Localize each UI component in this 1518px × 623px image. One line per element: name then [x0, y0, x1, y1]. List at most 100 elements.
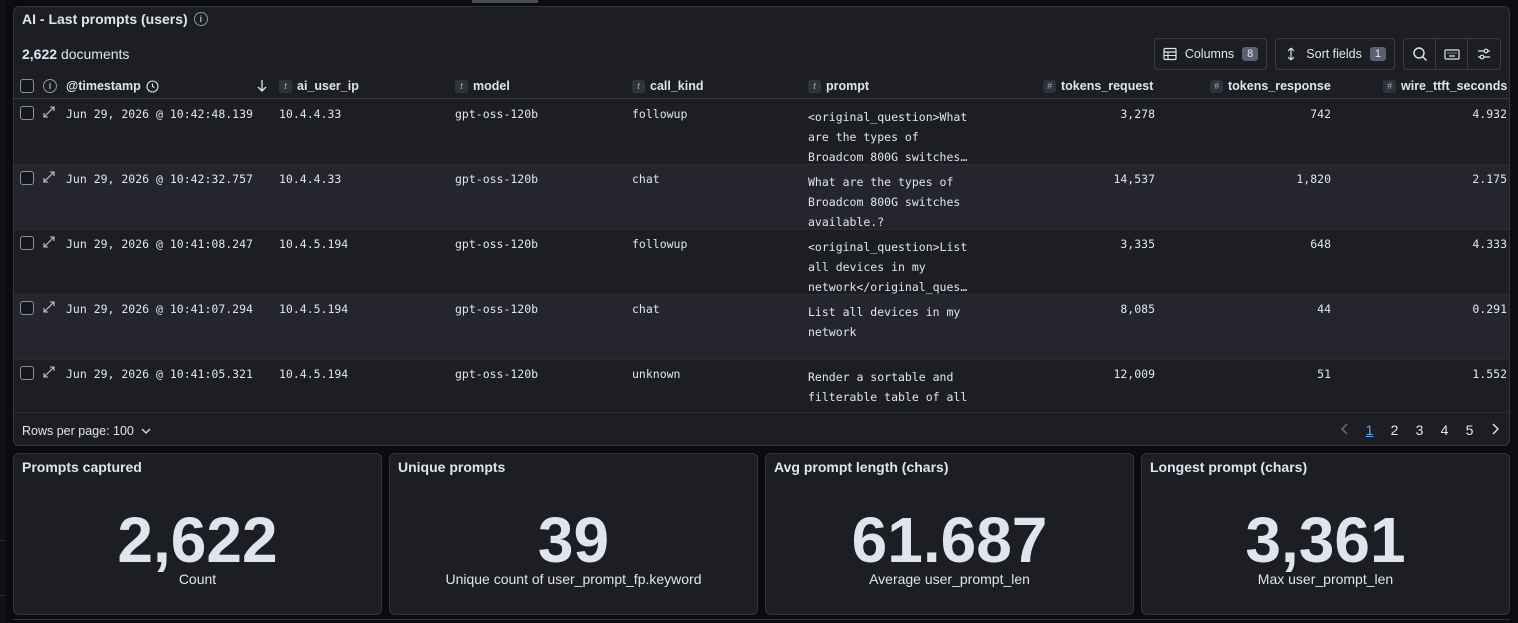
row-checkbox[interactable]: [20, 106, 34, 120]
column-header-timestamp[interactable]: @timestamp: [66, 79, 159, 93]
column-header-label: tokens_response: [1228, 79, 1331, 93]
table-row: Jun 29, 2026 @ 10:42:32.757 10.4.4.33 gp…: [14, 165, 1509, 230]
string-type-icon: t: [279, 79, 292, 93]
column-header-label: call_kind: [650, 79, 704, 93]
cell-timestamp: Jun 29, 2026 @ 10:42:48.139: [66, 107, 253, 121]
row-checkbox[interactable]: [20, 301, 34, 315]
document-count-value: 2,622: [22, 46, 58, 62]
next-panel-edge: [13, 619, 1510, 623]
expand-icon[interactable]: [43, 106, 55, 118]
cell-model: gpt-oss-120b: [455, 107, 539, 121]
column-header-model[interactable]: t model: [455, 79, 510, 93]
row-checkbox[interactable]: [20, 366, 34, 380]
next-page-icon[interactable]: [1482, 422, 1507, 438]
cell-tokens-response: 648: [1310, 237, 1331, 251]
table-row: Jun 29, 2026 @ 10:42:48.139 10.4.4.33 gp…: [14, 100, 1509, 165]
display-settings-icon[interactable]: [1468, 39, 1500, 69]
table-row: Jun 29, 2026 @ 10:41:05.321 10.4.5.194 g…: [14, 360, 1509, 410]
cell-timestamp: Jun 29, 2026 @ 10:41:05.321: [66, 367, 253, 381]
sort-descending-icon[interactable]: [256, 79, 268, 93]
left-edge-strip: [0, 0, 6, 623]
metric-value: 2,622: [117, 504, 278, 576]
metric-subtitle: Max user_prompt_len: [1257, 571, 1394, 587]
cell-prompt: <original_question>List all devices in m…: [808, 240, 968, 294]
document-count: 2,622 documents: [22, 46, 129, 62]
metric-value: 39: [537, 504, 610, 576]
grid-toolbar: Columns 8 Sort fields 1: [1153, 38, 1501, 70]
columns-count-badge: 8: [1242, 47, 1259, 61]
column-header-label: ai_user_ip: [297, 79, 359, 93]
number-type-icon: #: [1210, 79, 1223, 93]
panel-title: AI - Last prompts (users) i: [22, 11, 208, 27]
discover-panel: AI - Last prompts (users) i 2,622 docume…: [13, 6, 1510, 446]
column-header-label: prompt: [826, 79, 870, 93]
cell-ai-user-ip: 10.4.5.194: [279, 302, 349, 316]
previous-page-icon[interactable]: [1332, 422, 1357, 438]
sort-icon: [1287, 47, 1295, 61]
column-header-call-kind[interactable]: t call_kind: [632, 79, 704, 93]
expand-icon[interactable]: [43, 236, 55, 248]
metric-title: Prompts captured: [22, 459, 142, 475]
string-type-icon: t: [632, 79, 645, 93]
metric-subtitle: Unique count of user_prompt_fp.keyword: [445, 571, 702, 587]
column-header-prompt[interactable]: t prompt: [808, 79, 869, 93]
page-link-2[interactable]: 2: [1382, 422, 1407, 438]
cell-tokens-request: 3,278: [1120, 107, 1155, 121]
search-icon[interactable]: [1404, 39, 1436, 69]
string-type-icon: t: [808, 79, 821, 93]
document-count-label: documents: [60, 46, 130, 62]
metric-subtitle: Count: [178, 571, 217, 587]
cell-model: gpt-oss-120b: [455, 367, 539, 381]
grid-footer: Rows per page: 100 1 2 3 4 5: [14, 412, 1509, 445]
cell-call-kind: chat: [632, 302, 660, 316]
cell-ai-user-ip: 10.4.4.33: [279, 172, 342, 186]
header-info-icon[interactable]: i: [43, 79, 57, 93]
cell-ai-user-ip: 10.4.5.194: [279, 367, 349, 381]
row-checkbox[interactable]: [20, 171, 34, 185]
cell-tokens-response: 44: [1317, 302, 1331, 316]
cell-timestamp: Jun 29, 2026 @ 10:41:07.294: [66, 302, 253, 316]
column-header-label: wire_ttft_seconds: [1401, 79, 1508, 93]
cell-prompt: What are the types of Broadcom 800G swit…: [808, 175, 961, 229]
row-info-header: i: [43, 79, 57, 93]
clock-icon: [146, 79, 159, 93]
page-link-5[interactable]: 5: [1457, 422, 1482, 438]
cell-wire-ttft-seconds: 4.932: [1472, 107, 1507, 121]
info-icon[interactable]: i: [193, 12, 208, 26]
page-link-1[interactable]: 1: [1357, 422, 1382, 438]
table-row: Jun 29, 2026 @ 10:41:07.294 10.4.5.194 g…: [14, 295, 1509, 360]
metric-panel-avg-prompt-length: Avg prompt length (chars) 61.687 Average…: [765, 453, 1134, 615]
cell-call-kind: unknown: [632, 367, 681, 381]
cell-prompt: <original_question>What are the types of…: [808, 110, 968, 164]
keyboard-icon[interactable]: [1436, 39, 1468, 69]
column-header-wire-ttft-seconds[interactable]: # wire_ttft_seconds: [1383, 79, 1507, 93]
column-header-tokens-request[interactable]: # tokens_request: [1043, 79, 1153, 93]
cell-wire-ttft-seconds: 4.333: [1472, 237, 1507, 251]
column-header-label: model: [473, 79, 510, 93]
row-checkbox[interactable]: [20, 236, 34, 250]
table-row: Jun 29, 2026 @ 10:41:08.247 10.4.5.194 g…: [14, 230, 1509, 295]
cell-model: gpt-oss-120b: [455, 302, 539, 316]
cell-wire-ttft-seconds: 0.291: [1472, 302, 1507, 316]
columns-label: Columns: [1184, 47, 1235, 61]
sort-fields-button[interactable]: Sort fields 1: [1275, 38, 1395, 70]
columns-button[interactable]: Columns 8: [1153, 38, 1268, 70]
column-header-ai-user-ip[interactable]: t ai_user_ip: [279, 79, 359, 93]
grid-icon-buttons: [1403, 38, 1501, 70]
sort-fields-label: Sort fields: [1306, 47, 1362, 61]
cell-tokens-request: 12,009: [1113, 367, 1155, 381]
cell-model: gpt-oss-120b: [455, 237, 539, 251]
page-link-3[interactable]: 3: [1407, 422, 1432, 438]
column-header-label: @timestamp: [66, 79, 141, 93]
cell-prompt: List all devices in my network: [808, 305, 961, 339]
column-header-tokens-response[interactable]: # tokens_response: [1210, 79, 1331, 93]
page-link-4[interactable]: 4: [1432, 422, 1457, 438]
number-type-icon: #: [1043, 79, 1056, 93]
rows-per-page-select[interactable]: Rows per page: 100: [22, 424, 152, 438]
expand-icon[interactable]: [43, 171, 55, 183]
expand-icon[interactable]: [43, 301, 55, 313]
cell-tokens-request: 3,335: [1120, 237, 1155, 251]
metric-panel-unique-prompts: Unique prompts 39 Unique count of user_p…: [389, 453, 758, 615]
expand-icon[interactable]: [43, 366, 55, 378]
select-all-checkbox[interactable]: [20, 79, 34, 93]
